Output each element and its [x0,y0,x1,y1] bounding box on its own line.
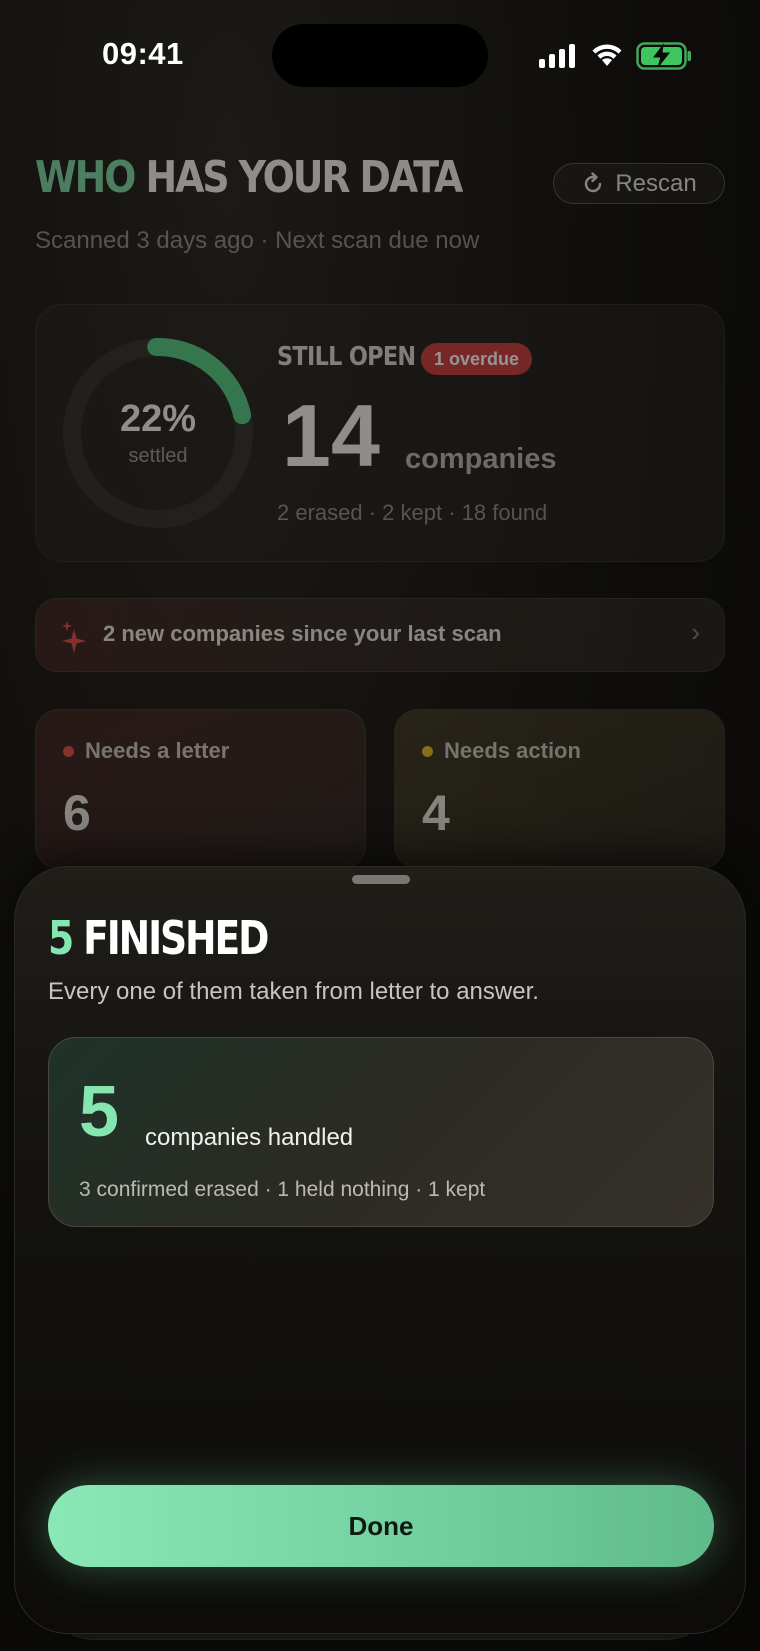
done-button[interactable]: Done [48,1485,714,1567]
needs-letter-tile[interactable]: Needs a letter 6 [35,709,366,869]
tile-label: Needs action [444,738,581,763]
rescan-label: Rescan [615,169,697,197]
rescan-button[interactable]: Rescan [553,163,725,204]
app-screen: 09:41 WHO HAS YOUR DATA Scanned 3 days a… [0,0,760,1651]
sheet-title-count: 5 [48,911,74,965]
banner-text: 2 new companies since your last scan [103,621,502,646]
sheet-subtitle: Every one of them taken from letter to a… [48,978,539,1005]
title-highlight: WHO [35,152,136,203]
summary-breakdown: 2 erased · 2 kept · 18 found [277,500,548,525]
sheet-title-text: FINISHED [83,911,269,965]
open-count: 14 [282,386,380,485]
tile-count: 6 [63,785,91,841]
sheet-title: 5 FINISHED [48,911,269,965]
scan-status: Scanned 3 days ago · Next scan due now [35,227,480,254]
sheet-grabber[interactable] [352,875,410,884]
handled-count: 5 [79,1072,120,1152]
tile-count: 4 [422,785,450,841]
settled-percent: 22% [119,398,197,440]
chevron-right-icon: › [691,617,700,647]
open-unit: companies [405,443,557,475]
new-companies-banner[interactable]: 2 new companies since your last scan › [35,598,725,672]
page-title: WHO HAS YOUR DATA [35,152,463,203]
handled-detail: 3 confirmed erased · 1 held nothing · 1 … [79,1178,486,1201]
finished-sheet: 5 FINISHED Every one of them taken from … [14,866,746,1634]
refresh-icon [585,171,602,192]
needs-action-tile[interactable]: Needs action 4 [394,709,725,869]
handled-label: companies handled [145,1124,354,1151]
handled-card: 5 companies handled 3 confirmed erased ·… [48,1037,714,1227]
tile-label: Needs a letter [85,738,230,763]
settled-label: settled [128,445,188,467]
still-open-heading: STILL OPEN [277,342,416,372]
overdue-badge: 1 overdue [421,343,533,375]
title-rest: HAS YOUR DATA [145,152,463,203]
status-dot [63,746,74,757]
sparkle-icon [62,621,86,653]
status-dot [422,746,433,757]
